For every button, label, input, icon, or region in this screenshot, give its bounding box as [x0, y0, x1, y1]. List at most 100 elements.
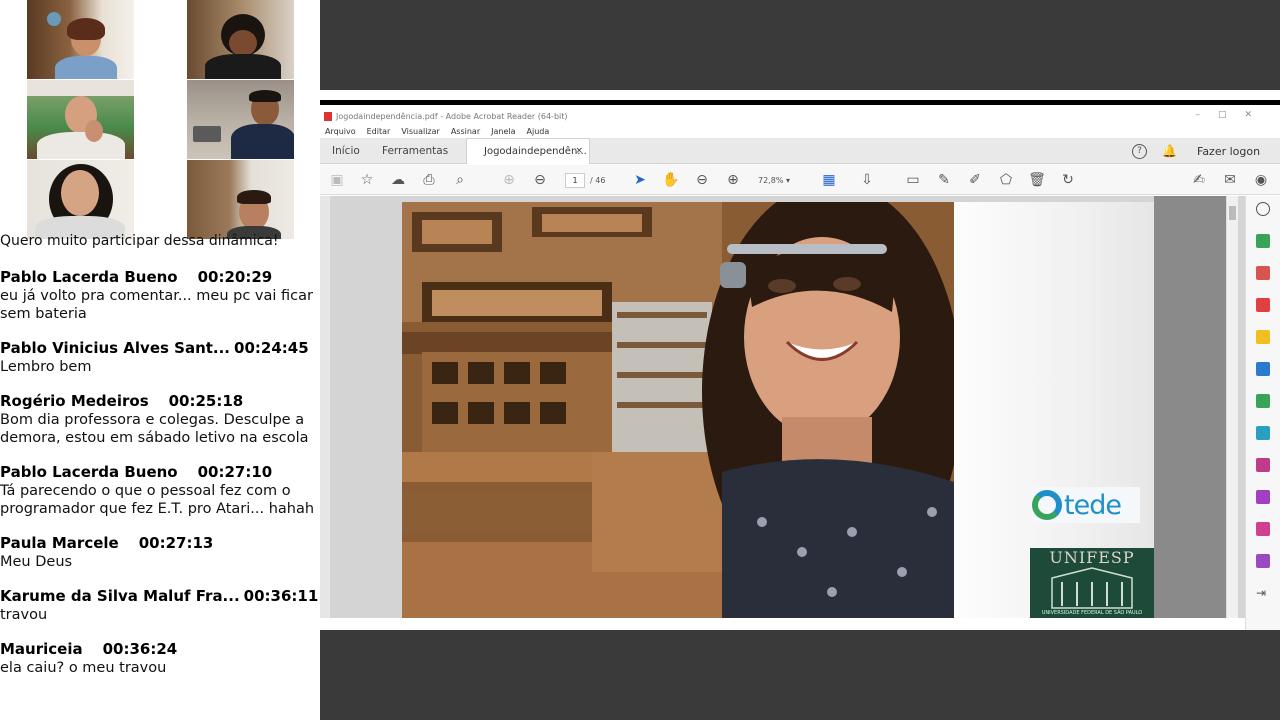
participant-video-2[interactable] [187, 0, 294, 79]
zoom-out-icon[interactable]: ⊖ [693, 171, 711, 189]
chat-panel[interactable]: Quero muito participar dessa dinâmica! P… [0, 232, 320, 720]
chat-text: Bom dia professora e colegas. Desculpe a… [0, 412, 309, 446]
close-tab-icon[interactable]: × [575, 139, 583, 164]
menu-arquivo[interactable]: Arquivo [325, 127, 356, 136]
tab-tools[interactable]: Ferramentas [382, 138, 448, 164]
organize-pages-icon[interactable] [1256, 266, 1270, 280]
tools-pane: ⇥ [1245, 196, 1280, 630]
zoom-value: 72,8% [758, 176, 784, 185]
upload-cloud-icon[interactable]: ☁ [389, 171, 407, 189]
photo-illustration [402, 202, 954, 618]
fill-sign-icon[interactable] [1256, 458, 1270, 472]
unifesp-logo: UNIFESP UNIVERSIDADE FEDERAL DE SÃO PAUL… [1030, 548, 1154, 618]
export-pdf-icon[interactable] [1256, 362, 1270, 376]
chat-time: 00:20:29 [197, 268, 273, 286]
sign-icon[interactable]: ✍ [1190, 171, 1208, 189]
chat-time: 00:27:10 [197, 463, 273, 481]
chat-time: 00:36:11 [243, 587, 319, 605]
participant-video-6[interactable] [187, 160, 294, 239]
window-title: Jogodaindependência.pdf - Adobe Acrobat … [336, 111, 568, 121]
window-controls[interactable]: –□✕ [1195, 110, 1270, 120]
menu-bar: Arquivo Editar Visualizar Assinar Janela… [320, 124, 549, 138]
page-number-input[interactable]: 1 [565, 173, 585, 188]
mail-icon[interactable]: ✉ [1221, 171, 1239, 189]
page-count: / 46 [590, 176, 606, 185]
zoom-select[interactable]: 72,8% ▾ [758, 173, 800, 188]
zoom-in-icon[interactable]: ⊕ [724, 171, 742, 189]
tab-bar: Início Ferramentas Jogodaindependên... ×… [320, 138, 1280, 164]
chat-text: travou [0, 607, 48, 623]
tab-document-label: Jogodaindependên... [484, 146, 587, 157]
bell-icon: 🔔 [1162, 144, 1177, 158]
chat-message: Karume da Silva Maluf Fra... 00:36:11 tra… [0, 587, 320, 624]
help-button[interactable]: ? [1132, 138, 1147, 164]
chat-sender: Rogério Medeiros [0, 392, 149, 410]
chat-sender: Pablo Lacerda Bueno [0, 463, 178, 481]
menu-editar[interactable]: Editar [367, 127, 391, 136]
print-icon[interactable]: ⎙ [420, 171, 438, 189]
notifications-button[interactable]: 🔔 [1162, 138, 1177, 164]
participant-video-4[interactable] [187, 80, 294, 159]
delete-icon[interactable]: 🗑 [1028, 171, 1046, 189]
comment-icon[interactable]: ▭ [904, 171, 922, 189]
menu-visualizar[interactable]: Visualizar [401, 127, 440, 136]
menu-assinar[interactable]: Assinar [451, 127, 480, 136]
document-viewport[interactable]: tede UNIFESP UNIVERSIDADE FEDERAL DE SÃO… [320, 196, 1245, 618]
login-button[interactable]: Fazer logon [1197, 138, 1260, 164]
chat-sender: Pablo Lacerda Bueno [0, 268, 178, 286]
vertical-scrollbar[interactable] [1226, 196, 1238, 618]
chat-time: 00:25:18 [168, 392, 244, 410]
combine-files-icon[interactable] [1256, 394, 1270, 408]
fit-page-icon[interactable]: ▦ [820, 171, 838, 189]
acrobat-window: Jogodaindependência.pdf - Adobe Acrobat … [320, 90, 1280, 630]
scan-icon[interactable] [1256, 426, 1270, 440]
participant-video-1[interactable] [27, 0, 134, 79]
participant-video-3[interactable] [27, 80, 134, 159]
zoom-tool-icon[interactable] [1256, 202, 1270, 216]
chat-message: Pablo Lacerda Bueno 00:20:29 eu já volto … [0, 268, 320, 323]
menu-ajuda[interactable]: Ajuda [527, 127, 550, 136]
tede-logo: tede [1030, 487, 1140, 523]
account-icon[interactable]: ◉ [1252, 171, 1270, 189]
edit-pdf-icon[interactable] [1256, 298, 1270, 312]
left-panel-toggle[interactable] [320, 196, 330, 618]
page-down-icon[interactable]: ⊖ [531, 171, 549, 189]
menu-janela[interactable]: Janela [491, 127, 515, 136]
right-panel-toggle[interactable] [1154, 196, 1226, 618]
participant-video-5[interactable] [27, 160, 134, 239]
chat-time: 00:24:45 [234, 339, 309, 357]
tab-document[interactable]: Jogodaindependên... × [466, 138, 590, 164]
unifesp-building-icon [1051, 567, 1133, 609]
send-sign-icon[interactable] [1256, 522, 1270, 536]
chat-sender: Mauriceia [0, 640, 83, 658]
window-border [320, 100, 1280, 105]
create-pdf-icon[interactable] [1256, 234, 1270, 248]
stamp-icon[interactable]: ⬠ [997, 171, 1015, 189]
chat-sender: Karume da Silva Maluf Fra... [0, 587, 240, 605]
page-up-icon[interactable]: ⊕ [500, 171, 518, 189]
screen: Quero muito participar dessa dinâmica! P… [0, 0, 1280, 720]
hand-tool-icon[interactable]: ✋ [662, 171, 680, 189]
chat-sender: Pablo Vinicius Alves Sant... [0, 339, 231, 357]
draw-icon[interactable]: ✐ [966, 171, 984, 189]
scroll-mode-icon[interactable]: ⇩ [858, 171, 876, 189]
highlight-icon[interactable]: ✎ [935, 171, 953, 189]
more-tools-icon[interactable] [1256, 554, 1270, 568]
undo-icon[interactable]: ↻ [1059, 171, 1077, 189]
chat-text: Lembro bem [0, 359, 92, 375]
scrollbar-thumb[interactable] [1229, 206, 1236, 220]
chat-message: Pablo Lacerda Bueno 00:27:10 Tá parecendo… [0, 463, 320, 518]
select-cursor-icon[interactable]: ➤ [631, 171, 649, 189]
protect-icon[interactable] [1256, 490, 1270, 504]
collapse-pane-icon[interactable]: ⇥ [1256, 586, 1270, 600]
chat-text: Tá parecendo o que o pessoal fez com o p… [0, 483, 315, 517]
pdf-page: tede UNIFESP UNIVERSIDADE FEDERAL DE SÃO… [402, 202, 1154, 618]
search-icon[interactable]: ⌕ [451, 171, 469, 189]
tab-home[interactable]: Início [332, 138, 360, 164]
bookmark-star-icon[interactable]: ☆ [358, 171, 376, 189]
comment-tool-icon[interactable] [1256, 330, 1270, 344]
save-icon[interactable]: ▣ [328, 171, 346, 189]
login-label: Fazer logon [1197, 144, 1261, 158]
presenter-photo [402, 202, 954, 618]
chat-message: Pablo Vinicius Alves Sant... 00:24:45 Lem… [0, 339, 320, 376]
